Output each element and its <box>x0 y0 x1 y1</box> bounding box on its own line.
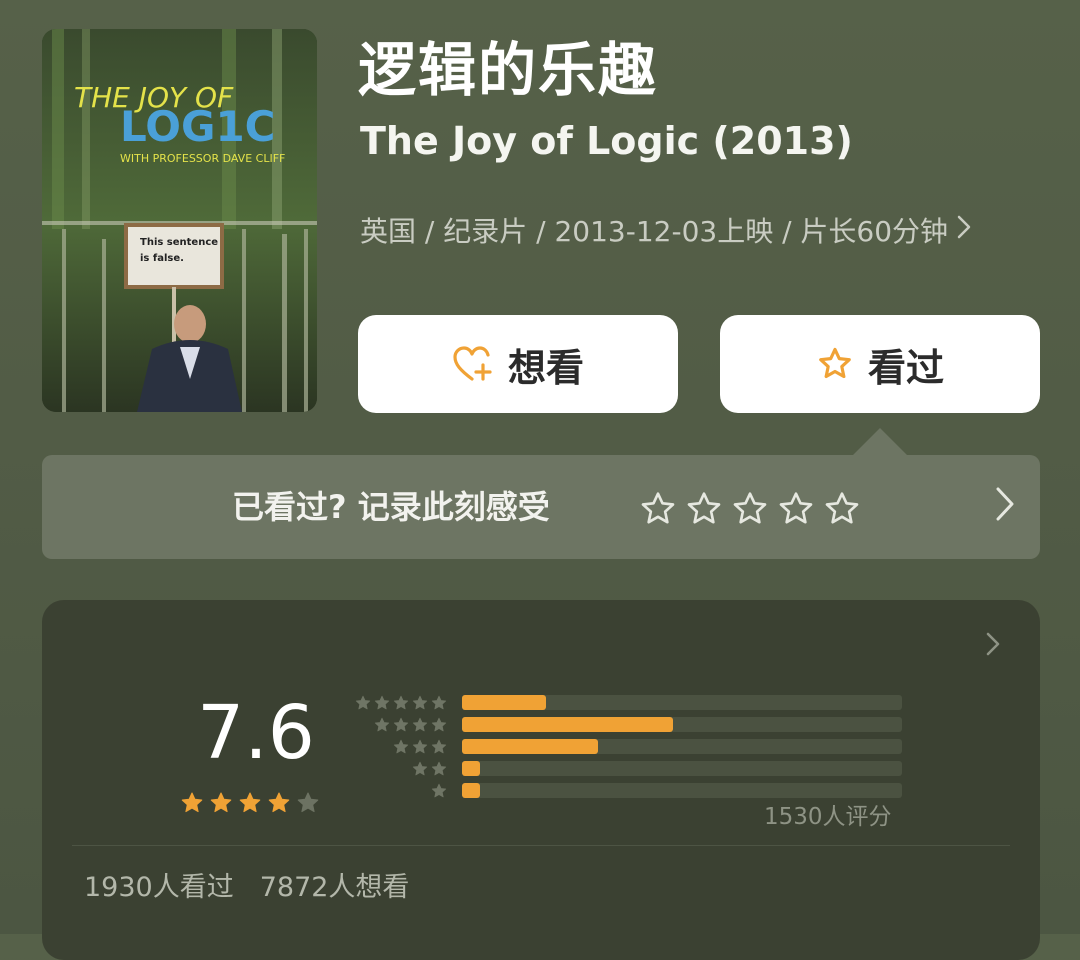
distribution-row-1-star <box>352 782 902 798</box>
distribution-star-label <box>392 738 448 756</box>
distribution-star-label <box>354 694 448 712</box>
rater-count: 1530人评分 <box>764 804 892 830</box>
chevron-right-icon <box>986 632 1000 660</box>
distribution-row-3-star <box>352 738 902 754</box>
distribution-star-label <box>430 782 448 800</box>
rate-star-2[interactable] <box>684 489 724 533</box>
distribution-track <box>462 739 902 754</box>
poster-subtitle: WITH PROFESSOR DAVE CLIFF <box>120 152 285 165</box>
distribution-row-5-star <box>352 694 902 710</box>
rate-star-4[interactable] <box>776 489 816 533</box>
chevron-right-icon <box>994 485 1016 527</box>
rate-star-1[interactable] <box>638 489 678 533</box>
chevron-right-icon <box>956 214 972 246</box>
distribution-bar <box>462 783 480 798</box>
rate-star-3[interactable] <box>730 489 770 533</box>
distribution-star-label <box>373 716 448 734</box>
divider <box>72 845 1010 846</box>
heart-plus-icon <box>452 345 494 383</box>
distribution-bar <box>462 739 598 754</box>
quick-rate-stars <box>638 489 862 533</box>
want-to-watch-button[interactable]: 想看 <box>358 315 678 413</box>
star-filled-icon <box>179 790 205 820</box>
distribution-row-4-star <box>352 716 902 732</box>
quick-rate-panel[interactable]: 已看过? 记录此刻感受 <box>42 455 1040 559</box>
movie-meta-link[interactable]: 英国 / 纪录片 / 2013-12-03上映 / 片长60分钟 <box>360 208 972 252</box>
distribution-track <box>462 783 902 798</box>
distribution-track <box>462 695 902 710</box>
distribution-bar <box>462 717 673 732</box>
rating-stars <box>179 790 321 820</box>
seen-count: 1930人看过 <box>84 872 234 903</box>
movie-title-english: The Joy of Logic (2013) <box>360 119 853 163</box>
audience-stats: 1930人看过 7872人想看 <box>84 868 409 908</box>
movie-meta-text: 英国 / 纪录片 / 2013-12-03上映 / 片长60分钟 <box>360 215 949 248</box>
rate-star-5[interactable] <box>822 489 862 533</box>
star-filled-icon <box>237 790 263 820</box>
distribution-bar <box>462 695 546 710</box>
want-to-watch-label: 想看 <box>507 345 584 390</box>
poster-sign-line2: is false. <box>140 253 184 264</box>
star-outline-icon <box>816 345 854 383</box>
distribution-star-label <box>411 760 448 778</box>
poster-title-line2: LOG1C <box>120 102 276 151</box>
watched-button[interactable]: 看过 <box>720 315 1040 413</box>
distribution-track <box>462 717 902 732</box>
star-empty-icon <box>295 790 321 820</box>
star-filled-icon <box>266 790 292 820</box>
popover-arrow <box>852 428 908 456</box>
distribution-row-2-star <box>352 760 902 776</box>
distribution-track <box>462 761 902 776</box>
watched-label: 看过 <box>867 345 944 390</box>
want-count: 7872人想看 <box>259 872 410 903</box>
poster-sign-line1: This sentence <box>140 237 218 248</box>
rating-score: 7.6 <box>197 690 315 776</box>
distribution-bar <box>462 761 480 776</box>
star-filled-icon <box>208 790 234 820</box>
quick-rate-prompt: 已看过? 记录此刻感受 <box>232 488 550 526</box>
movie-title-chinese: 逻辑的乐趣 <box>358 36 659 104</box>
movie-poster[interactable]: THE JOY OF LOG1C WITH PROFESSOR DAVE CLI… <box>42 29 317 412</box>
